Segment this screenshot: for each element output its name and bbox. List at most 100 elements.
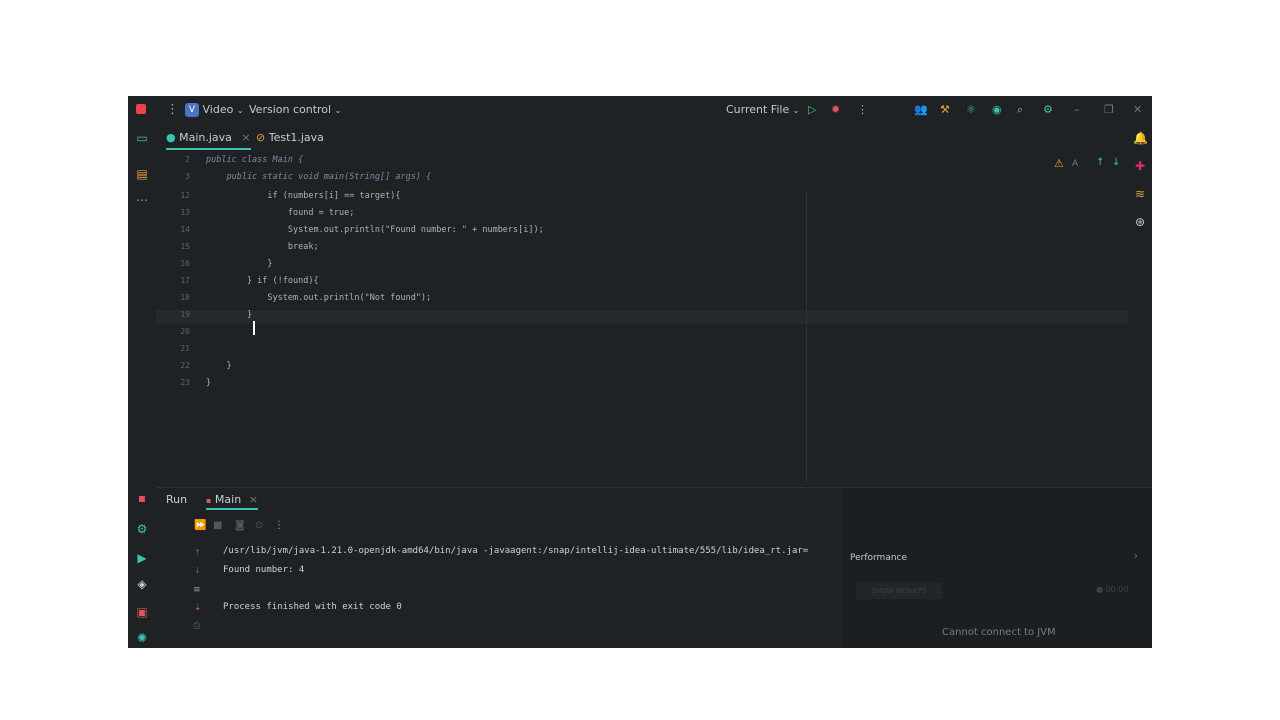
code-line: if (numbers[i] == target){ [206,191,401,201]
collaborate-icon[interactable]: 👥 [914,96,928,123]
camera-icon[interactable]: ◙ [235,520,245,531]
stop-icon[interactable]: ■ [213,520,222,531]
java-class-icon: ▪ [206,496,212,505]
chevron-down-icon: ⌄ [792,106,800,115]
line-number: 15 [180,242,190,251]
database-icon[interactable]: ≋ [1133,187,1147,201]
main-menu-icon[interactable]: ⋮ [166,96,179,123]
notifications-icon[interactable]: 🔔 [1133,131,1148,145]
line-number: 12 [180,191,190,200]
rerun-icon[interactable]: ⏩ [194,520,206,531]
next-highlight-icon[interactable]: ↓ [1112,157,1120,168]
java-class-icon: ● [166,131,176,144]
minimize-icon[interactable]: – [1074,96,1080,123]
run-icon[interactable]: ▷ [808,96,816,123]
terminal-icon[interactable]: ▣ [135,605,149,619]
line-number: 19 [180,310,190,319]
more-options-icon[interactable]: ⋮ [274,520,284,531]
code-line: } if (!found){ [206,276,319,286]
soft-wrap-icon[interactable]: ≡ [193,585,201,595]
tab-main-java[interactable]: ● Main.java × [166,126,251,150]
print-icon[interactable]: ⎙ [193,621,200,631]
prev-highlight-icon[interactable]: ↑ [1096,157,1104,168]
build-tools-icon[interactable]: ⚒ [940,96,950,123]
code-editor[interactable]: 2 3 12 13 14 15 16 17 18 19 20 21 22 23 … [156,152,1128,482]
code-line: } [206,310,253,320]
tab-test1-java[interactable]: ⊘ Test1.java [256,126,324,150]
show-results-button[interactable]: SHOW RESULTS [856,583,942,599]
title-bar: ⋮ V Video ⌄ Version control ⌄ Current Fi… [128,96,1152,123]
left-tool-strip: ▭ ▤ ⋯ ▪ ⚙ ▶ ◈ ▣ ✺ [128,123,156,648]
line-number: 3 [185,172,190,181]
snapshot-icon[interactable]: ⊙ [255,520,263,531]
layers-icon[interactable]: ◈ [135,577,149,591]
plugin-icon[interactable]: ✚ [1133,159,1147,173]
console-line: /usr/lib/jvm/java-1.21.0-openjdk-amd64/b… [223,546,809,556]
line-number: 14 [180,225,190,234]
chevron-down-icon: ⌄ [334,106,342,115]
tab-label: Main.java [179,131,232,144]
scroll-down-icon[interactable]: ↓ [194,566,201,575]
close-tab-icon[interactable]: × [241,131,250,144]
performance-title: Performance [850,553,908,563]
debug-icon[interactable]: ✹ [831,96,840,123]
line-number: 13 [180,208,190,217]
code-line: found = true; [206,208,355,218]
timer: ● 00:00 [1096,585,1129,594]
console-line: Process finished with exit code 0 [223,602,402,612]
code-area[interactable]: public class Main { public static void m… [206,152,1126,482]
run-config-selector[interactable]: Current File ⌄ [726,96,799,123]
run-tool-icon[interactable]: ▪ [135,491,149,505]
run-play-icon[interactable]: ▶ [135,551,149,565]
line-number: 18 [180,293,190,302]
code-line: public class Main { [206,155,304,165]
settings-icon[interactable]: ⚙ [1043,96,1053,123]
vcs-label: Version control [249,103,332,116]
run-config-label: Current File [726,103,790,116]
console-line: Found number: 4 [223,565,305,575]
app-logo-icon[interactable] [136,96,146,123]
ai-chat-icon[interactable]: ⊛ [1133,215,1147,229]
tab-run[interactable]: Run [166,490,187,510]
problems-icon[interactable]: ✺ [135,631,149,645]
ai-assistant-icon[interactable]: ⚛ [966,96,976,123]
warning-icon[interactable]: ⚠ [1054,157,1064,170]
search-icon[interactable]: ⌕ [1017,96,1023,123]
chevron-right-icon[interactable]: › [1134,551,1138,562]
project-view-icon[interactable]: ▭ [135,131,149,145]
code-with-me-icon[interactable]: ◉ [992,96,1002,123]
scroll-to-end-icon[interactable]: ⇣ [194,603,202,613]
editor-tabs: ● Main.java × ⊘ Test1.java [156,126,1126,150]
tab-main-run[interactable]: ▪ Main × [206,490,258,510]
code-line: System.out.println("Not found"); [206,293,432,303]
line-number: 21 [180,344,190,353]
vcs-selector[interactable]: Version control ⌄ [249,96,341,123]
line-number: 16 [180,259,190,268]
line-gutter: 2 3 12 13 14 15 16 17 18 19 20 21 22 23 [156,152,206,482]
more-tools-icon[interactable]: ⋯ [135,193,149,207]
project-name: Video [202,103,234,116]
scroll-up-icon[interactable]: ↑ [194,548,201,557]
performance-panel: Performance › SHOW RESULTS ● 00:00 Canno… [842,488,1152,648]
close-window-icon[interactable]: ✕ [1133,96,1142,123]
code-line: } [206,378,212,388]
more-actions-icon[interactable]: ⋮ [857,96,868,123]
java-test-icon: ⊘ [256,131,266,144]
line-number: 22 [180,361,190,370]
line-number: 20 [180,327,190,336]
project-selector[interactable]: V Video ⌄ [185,96,244,123]
text-cursor [253,321,255,335]
restore-icon[interactable]: ❐ [1104,96,1114,123]
ide-window: ⋮ V Video ⌄ Version control ⌄ Current Fi… [128,96,1152,648]
timer-value: 00:00 [1105,585,1129,594]
code-line: break; [206,242,319,252]
structure-icon[interactable]: ▤ [135,167,149,181]
services-icon[interactable]: ⚙ [135,522,149,536]
code-line: } [206,361,232,371]
code-line: } [206,259,273,269]
close-tab-icon[interactable]: × [249,493,258,506]
tab-main-label: Main [214,493,242,506]
spellcheck-icon[interactable]: A [1072,159,1078,169]
line-number: 23 [180,378,190,387]
project-badge: V [185,103,199,117]
